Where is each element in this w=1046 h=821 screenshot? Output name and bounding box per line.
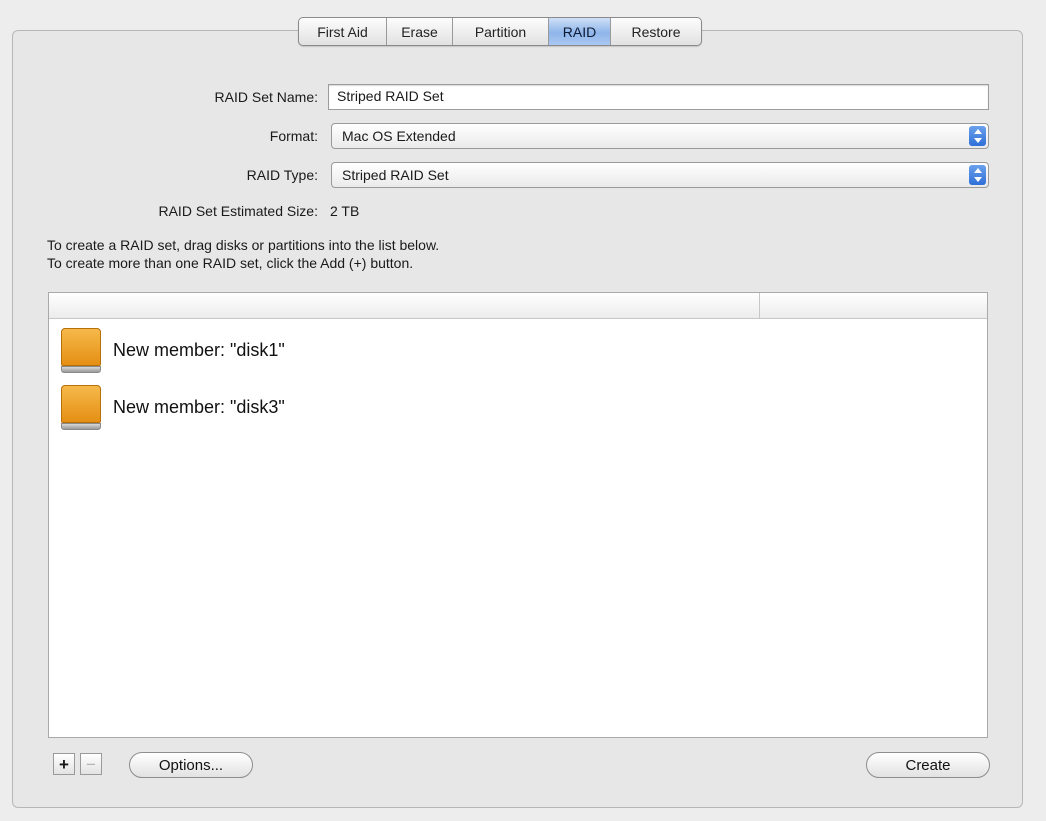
raid-members-list[interactable]: New member: "disk1" New member: "disk3" xyxy=(48,292,988,738)
format-select-value: Mac OS Extended xyxy=(342,128,456,144)
instructions: To create a RAID set, drag disks or part… xyxy=(47,236,439,272)
format-label: Format: xyxy=(269,128,318,144)
add-raid-set-button[interactable]: + xyxy=(53,753,75,775)
list-item[interactable]: New member: "disk3" xyxy=(59,382,285,432)
list-item[interactable]: New member: "disk1" xyxy=(59,325,285,375)
popup-arrows-icon xyxy=(969,126,986,146)
tab-first-aid[interactable]: First Aid xyxy=(299,18,387,45)
format-select[interactable]: Mac OS Extended xyxy=(331,123,989,149)
column-divider[interactable] xyxy=(759,293,760,318)
remove-raid-set-button[interactable]: − xyxy=(80,753,102,775)
member-label: New member: "disk1" xyxy=(113,339,285,360)
raid-set-name-label: RAID Set Name: xyxy=(214,89,318,105)
options-button[interactable]: Options... xyxy=(129,752,253,778)
raid-type-label: RAID Type: xyxy=(246,167,318,183)
raid-set-name-input[interactable]: Striped RAID Set xyxy=(328,84,989,110)
estimated-size-label: RAID Set Estimated Size: xyxy=(158,203,318,219)
tab-restore[interactable]: Restore xyxy=(611,18,701,45)
popup-arrows-icon xyxy=(969,165,986,185)
raid-type-select-value: Striped RAID Set xyxy=(342,167,449,183)
instructions-line-1: To create a RAID set, drag disks or part… xyxy=(47,237,440,253)
tab-raid[interactable]: RAID xyxy=(549,18,611,45)
external-disk-icon xyxy=(59,326,103,374)
raid-type-select[interactable]: Striped RAID Set xyxy=(331,162,989,188)
instructions-line-2: To create more than one RAID set, click … xyxy=(47,255,414,271)
create-button[interactable]: Create xyxy=(866,752,990,778)
estimated-size-value: 2 TB xyxy=(330,203,360,219)
external-disk-icon xyxy=(59,383,103,431)
member-label: New member: "disk3" xyxy=(113,396,285,417)
list-header xyxy=(49,293,987,319)
tab-erase[interactable]: Erase xyxy=(387,18,453,45)
tab-partition[interactable]: Partition xyxy=(453,18,549,45)
tab-bar: First Aid Erase Partition RAID Restore xyxy=(298,17,702,46)
